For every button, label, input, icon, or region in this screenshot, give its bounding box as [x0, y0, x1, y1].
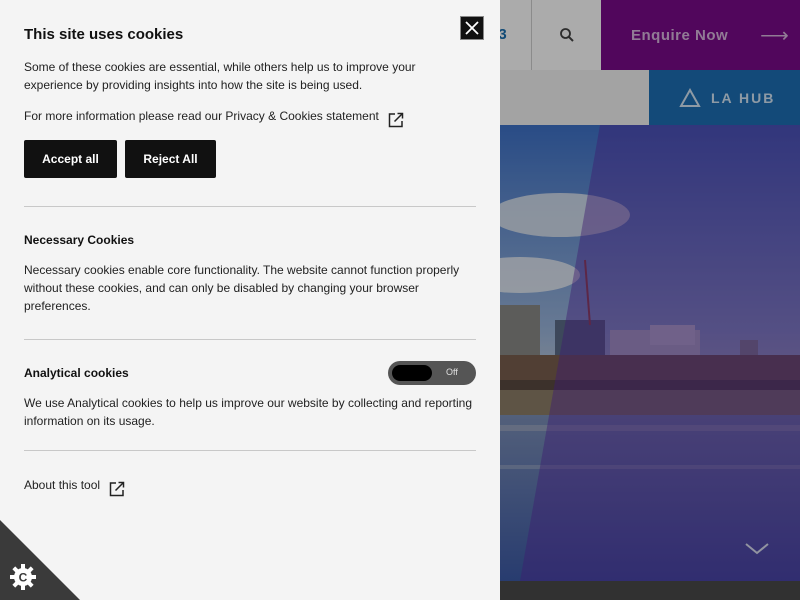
divider — [24, 206, 476, 207]
close-button[interactable] — [460, 16, 484, 40]
cookie-panel: This site uses cookies Some of these coo… — [0, 0, 500, 600]
analytical-cookies-text: We use Analytical cookies to help us imp… — [24, 396, 473, 428]
cookie-settings-badge[interactable]: C — [0, 520, 80, 600]
external-link-icon — [108, 480, 126, 503]
svg-text:C: C — [19, 571, 28, 585]
accept-all-button[interactable]: Accept all — [24, 140, 117, 178]
about-tool-link[interactable]: About this tool — [24, 476, 126, 503]
consent-buttons: Accept all Reject All — [24, 140, 216, 178]
divider — [24, 339, 476, 340]
privacy-statement-label: For more information please read our Pri… — [24, 109, 379, 123]
necessary-cookies-title: Necessary Cookies — [24, 233, 135, 247]
analytical-cookies-title: Analytical cookies — [24, 366, 129, 380]
divider — [24, 450, 476, 451]
analytical-cookies-toggle[interactable]: Off — [388, 361, 476, 385]
about-tool-label: About this tool — [24, 478, 101, 492]
panel-title: This site uses cookies — [24, 26, 184, 43]
reject-all-button[interactable]: Reject All — [125, 140, 216, 178]
privacy-statement-link[interactable]: For more information please read our Pri… — [24, 107, 405, 134]
necessary-cookies-text: Necessary cookies enable core functional… — [24, 263, 460, 313]
toggle-state-label: Off — [446, 367, 458, 377]
cookie-gear-icon: C — [10, 564, 36, 590]
toggle-knob — [392, 365, 432, 381]
external-link-icon — [387, 111, 405, 134]
close-icon — [465, 21, 479, 35]
intro-text: Some of these cookies are essential, whi… — [24, 60, 416, 92]
